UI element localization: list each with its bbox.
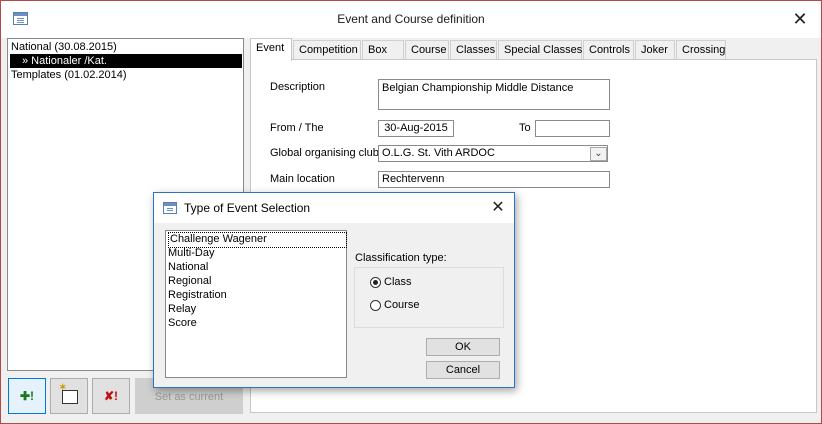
- chevron-down-icon[interactable]: ⌄: [590, 147, 607, 161]
- tree-item-nationaler-kat[interactable]: » Nationaler /Kat.: [10, 54, 242, 68]
- tab-event[interactable]: Event: [250, 38, 292, 61]
- class-radio-label[interactable]: Class: [384, 276, 412, 288]
- to-date-field[interactable]: [535, 120, 610, 137]
- tab-crossing[interactable]: Crossing: [676, 40, 726, 59]
- type-of-event-dialog: Type of Event Selection ✕ Challenge Wage…: [153, 192, 515, 388]
- list-item[interactable]: National: [168, 260, 208, 274]
- course-radio[interactable]: [370, 300, 381, 311]
- event-type-list[interactable]: Challenge Wagener Multi-Day National Reg…: [165, 230, 347, 378]
- list-item[interactable]: Multi-Day: [168, 246, 214, 260]
- dialog-title: Type of Event Selection: [184, 201, 311, 215]
- tab-joker[interactable]: Joker: [635, 40, 675, 59]
- list-item[interactable]: Registration: [168, 288, 227, 302]
- tab-special-classes[interactable]: Special Classes: [498, 40, 582, 59]
- tab-competition[interactable]: Competition: [293, 40, 361, 59]
- list-item[interactable]: Score: [168, 316, 197, 330]
- dialog-close-icon[interactable]: ✕: [487, 198, 509, 218]
- list-item[interactable]: Relay: [168, 302, 196, 316]
- tab-course[interactable]: Course: [405, 40, 449, 59]
- close-icon[interactable]: ✕: [785, 9, 815, 29]
- tab-classes[interactable]: Classes: [450, 40, 497, 59]
- class-radio[interactable]: [370, 277, 381, 288]
- club-value: O.L.G. St. Vith ARDOC: [382, 147, 495, 159]
- course-radio-label[interactable]: Course: [384, 299, 419, 311]
- sparkle-icon: ✶: [59, 382, 67, 392]
- tree-item-national[interactable]: National (30.08.2015): [11, 40, 117, 54]
- add-icon: ✚!: [19, 389, 35, 403]
- edit-event-button[interactable]: ✶: [50, 378, 88, 414]
- club-combobox[interactable]: O.L.G. St. Vith ARDOC: [378, 145, 608, 162]
- from-label: From / The: [270, 122, 324, 134]
- classification-type-label: Classification type:: [355, 252, 447, 264]
- to-label: To: [519, 122, 531, 134]
- location-field[interactable]: Rechtervenn: [378, 171, 610, 188]
- delete-icon: ✘!: [103, 389, 119, 403]
- tab-box[interactable]: Box: [362, 40, 404, 59]
- tree-item-templates[interactable]: Templates (01.02.2014): [11, 68, 127, 82]
- location-label: Main location: [270, 173, 335, 185]
- description-field[interactable]: Belgian Championship Middle Distance: [378, 79, 610, 110]
- delete-event-button[interactable]: ✘!: [92, 378, 130, 414]
- window-title: Event and Course definition: [337, 12, 485, 26]
- dialog-app-icon: [163, 202, 177, 214]
- edit-form-icon: [62, 390, 78, 404]
- cancel-button[interactable]: Cancel: [426, 361, 500, 379]
- tab-controls[interactable]: Controls: [583, 40, 634, 59]
- list-item[interactable]: Regional: [168, 274, 211, 288]
- add-event-button[interactable]: ✚!: [8, 378, 46, 414]
- description-label: Description: [270, 81, 326, 93]
- club-label: Global organising club: [270, 147, 379, 159]
- from-date-field[interactable]: 30-Aug-2015: [378, 120, 454, 137]
- ok-button[interactable]: OK: [426, 338, 500, 356]
